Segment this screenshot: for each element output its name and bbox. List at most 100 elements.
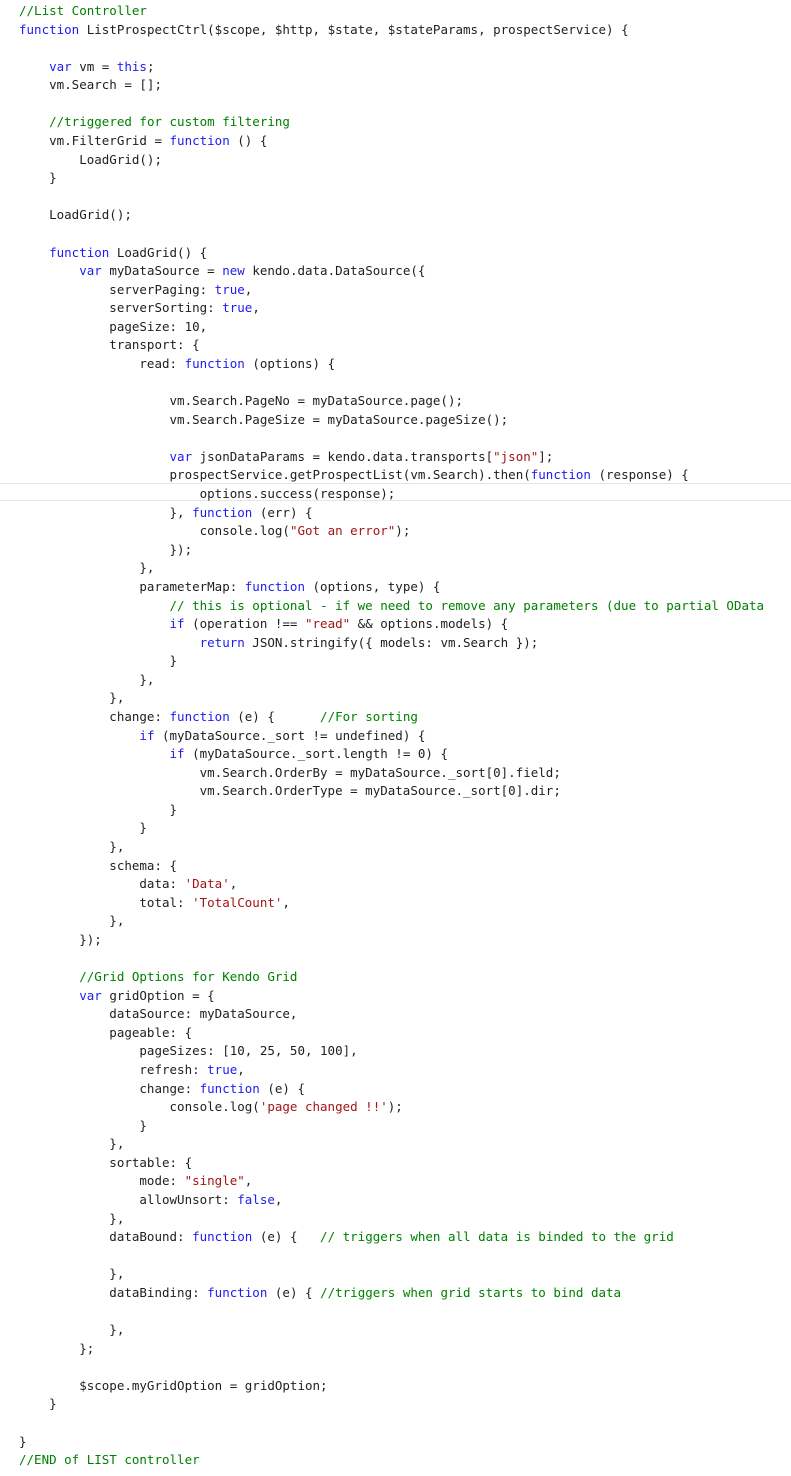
code-token: vm.Search = []; xyxy=(19,77,162,93)
code-line[interactable]: } xyxy=(19,1433,764,1452)
code-line[interactable] xyxy=(19,225,764,244)
code-line[interactable]: pageSize: 10, xyxy=(19,318,764,337)
code-token: , xyxy=(282,894,290,910)
code-line[interactable]: if (myDataSource._sort.length != 0) { xyxy=(19,745,764,764)
code-line[interactable]: } xyxy=(19,1117,764,1136)
code-line[interactable]: }, xyxy=(19,838,764,857)
code-line[interactable]: serverPaging: true, xyxy=(19,281,764,300)
code-line[interactable] xyxy=(19,39,764,58)
code-token: }; xyxy=(19,1340,95,1356)
string-token: 'Data' xyxy=(184,876,230,892)
code-line[interactable]: return JSON.stringify({ models: vm.Searc… xyxy=(19,634,764,653)
code-line[interactable] xyxy=(19,949,764,968)
code-token: (e) { xyxy=(252,1229,321,1245)
code-line[interactable]: transport: { xyxy=(19,336,764,355)
code-line[interactable]: //Grid Options for Kendo Grid xyxy=(19,968,764,987)
code-line[interactable]: var vm = this; xyxy=(19,58,764,77)
code-line[interactable]: refresh: true, xyxy=(19,1061,764,1080)
code-line[interactable]: if (operation !== "read" && options.mode… xyxy=(19,615,764,634)
code-line[interactable]: // this is optional - if we need to remo… xyxy=(19,597,765,616)
code-line[interactable]: dataBinding: function (e) { //triggers w… xyxy=(19,1284,764,1303)
code-line[interactable]: LoadGrid(); xyxy=(19,206,764,225)
code-token: }, xyxy=(19,1210,125,1226)
code-line[interactable]: var myDataSource = new kendo.data.DataSo… xyxy=(19,262,764,281)
code-line[interactable]: function ListProspectCtrl($scope, $http,… xyxy=(19,21,764,40)
code-token: refresh: xyxy=(19,1061,208,1077)
code-token: schema: { xyxy=(19,857,178,873)
code-line[interactable]: }, function (err) { xyxy=(19,504,764,523)
code-line[interactable] xyxy=(19,1358,764,1377)
code-token: (options, type) { xyxy=(305,578,441,594)
code-line[interactable]: }, xyxy=(19,1321,764,1340)
code-token: (e) { xyxy=(259,1080,305,1096)
code-line[interactable] xyxy=(19,374,764,393)
code-line[interactable]: //END of LIST controller xyxy=(19,1451,764,1470)
code-line[interactable]: vm.Search.OrderType = myDataSource._sort… xyxy=(19,782,764,801)
code-line[interactable]: var jsonDataParams = kendo.data.transpor… xyxy=(19,448,764,467)
code-line[interactable]: allowUnsort: false, xyxy=(19,1191,764,1210)
code-line[interactable]: }, xyxy=(19,671,764,690)
comment-token: //triggers when grid starts to bind data xyxy=(320,1284,622,1300)
code-line[interactable]: console.log('page changed !!'); xyxy=(19,1098,764,1117)
code-token: LoadGrid(); xyxy=(19,151,162,167)
code-line[interactable]: } xyxy=(19,1395,764,1414)
code-line[interactable]: } xyxy=(19,652,764,671)
code-line[interactable]: serverSorting: true, xyxy=(19,299,764,318)
code-line[interactable]: vm.FilterGrid = function () { xyxy=(19,132,764,151)
code-token: data: xyxy=(19,876,185,892)
code-line[interactable]: pageable: { xyxy=(19,1024,764,1043)
code-line[interactable]: change: function (e) { //For sorting xyxy=(19,708,764,727)
code-block[interactable]: //List Controller function ListProspectCt… xyxy=(19,2,764,1470)
code-line[interactable] xyxy=(19,188,764,207)
code-line[interactable]: }; xyxy=(19,1340,764,1359)
code-line[interactable]: dataSource: myDataSource, xyxy=(19,1005,764,1024)
code-line[interactable]: //List Controller xyxy=(19,2,764,21)
code-line[interactable]: change: function (e) { xyxy=(19,1080,764,1099)
code-line[interactable]: console.log("Got an error"); xyxy=(19,522,764,541)
code-line[interactable]: parameterMap: function (options, type) { xyxy=(19,578,764,597)
code-line[interactable] xyxy=(19,1414,764,1433)
code-line[interactable]: //triggered for custom filtering xyxy=(19,113,764,132)
code-line[interactable]: LoadGrid(); xyxy=(19,151,764,170)
code-line[interactable]: mode: "single", xyxy=(19,1172,764,1191)
code-line[interactable]: }, xyxy=(19,689,764,708)
code-line[interactable] xyxy=(19,95,764,114)
code-line[interactable]: }, xyxy=(19,1265,764,1284)
code-line[interactable]: vm.Search.OrderBy = myDataSource._sort[0… xyxy=(19,764,764,783)
code-line[interactable]: vm.Search.PageNo = myDataSource.page(); xyxy=(19,392,764,411)
code-line[interactable]: }, xyxy=(19,559,764,578)
code-line[interactable]: }, xyxy=(19,912,764,931)
code-line[interactable]: } xyxy=(19,169,764,188)
code-line[interactable]: }, xyxy=(19,1210,764,1229)
code-token: vm.Search.OrderBy = myDataSource._sort[0… xyxy=(19,764,561,780)
code-line[interactable]: data: 'Data', xyxy=(19,875,764,894)
code-line[interactable] xyxy=(19,1247,764,1266)
code-line[interactable]: } xyxy=(19,801,764,820)
code-line[interactable]: sortable: { xyxy=(19,1154,764,1173)
code-line[interactable]: pageSizes: [10, 25, 50, 100], xyxy=(19,1042,764,1061)
code-line[interactable]: options.success(response); xyxy=(19,485,764,504)
code-line[interactable]: schema: { xyxy=(19,857,764,876)
code-line[interactable]: $scope.myGridOption = gridOption; xyxy=(19,1377,764,1396)
code-line[interactable]: }, xyxy=(19,1135,764,1154)
code-line[interactable]: var gridOption = { xyxy=(19,987,764,1006)
code-line[interactable]: function LoadGrid() { xyxy=(19,244,764,263)
code-line[interactable]: total: 'TotalCount', xyxy=(19,894,764,913)
code-line[interactable]: } xyxy=(19,819,764,838)
code-line[interactable]: vm.Search = []; xyxy=(19,76,764,95)
code-line[interactable]: vm.Search.PageSize = myDataSource.pageSi… xyxy=(19,411,764,430)
code-line[interactable]: read: function (options) { xyxy=(19,355,764,374)
keyword-token: var xyxy=(79,987,102,1003)
code-line[interactable]: if (myDataSource._sort != undefined) { xyxy=(19,727,764,746)
code-line[interactable]: }); xyxy=(19,541,764,560)
code-line[interactable]: prospectService.getProspectList(vm.Searc… xyxy=(19,466,764,485)
code-token: vm = xyxy=(71,58,117,74)
code-editor[interactable]: //List Controller function ListProspectCt… xyxy=(0,0,791,1476)
code-token: ); xyxy=(395,523,411,539)
code-line[interactable] xyxy=(19,1302,764,1321)
code-token: , xyxy=(274,1192,283,1207)
code-line[interactable]: }); xyxy=(19,931,764,950)
code-line[interactable]: dataBound: function (e) { // triggers wh… xyxy=(19,1228,764,1247)
code-line[interactable] xyxy=(19,429,764,448)
